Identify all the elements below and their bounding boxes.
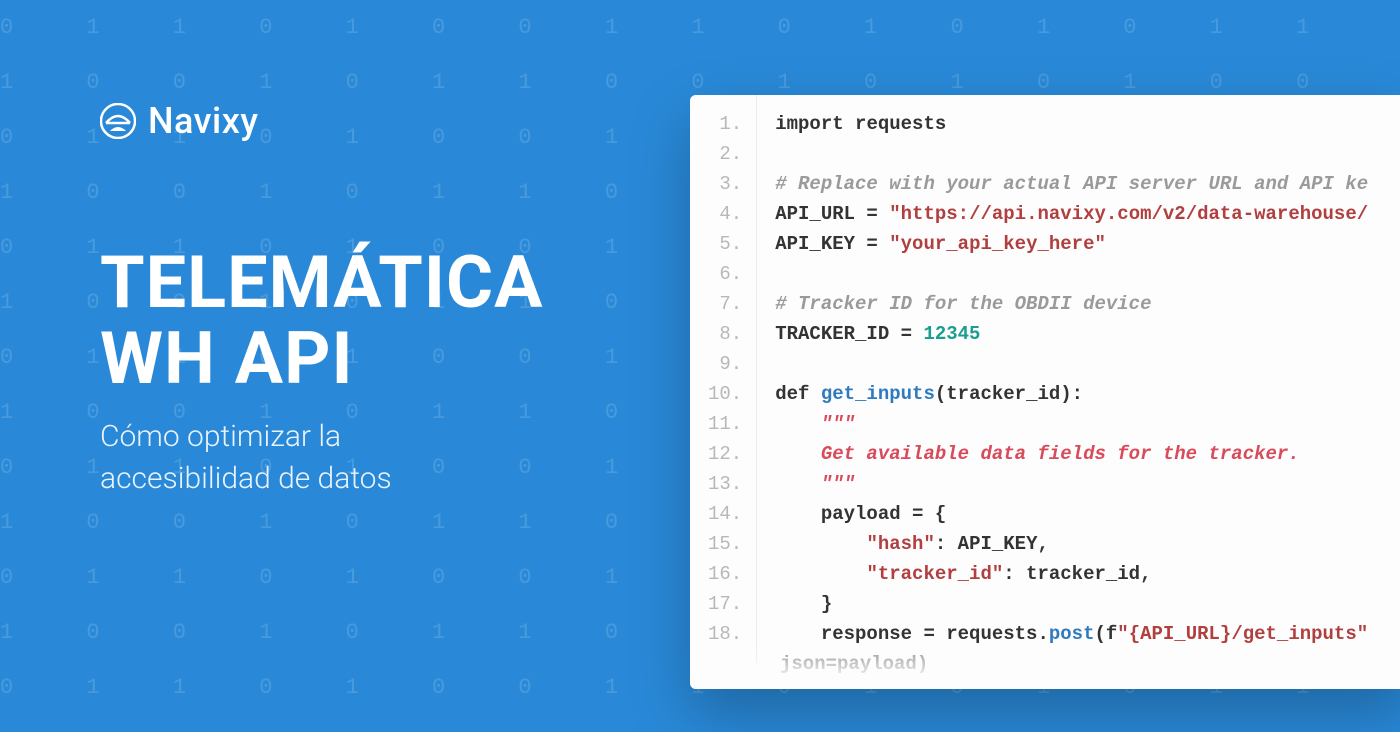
code-token: 12345 bbox=[923, 323, 980, 345]
code-token: } bbox=[775, 593, 832, 615]
code-line: TRACKER_ID = 12345 bbox=[775, 319, 1368, 349]
code-token: "hash" bbox=[866, 533, 934, 555]
headline-line1: TELEMÁTICA bbox=[100, 240, 543, 325]
code-token: """ bbox=[775, 413, 855, 435]
code-content: import requests # Replace with your actu… bbox=[757, 95, 1386, 663]
code-token: TRACKER_ID = bbox=[775, 323, 923, 345]
headline-line2: WH API bbox=[100, 316, 354, 401]
code-line: } bbox=[775, 589, 1368, 619]
brand-logo: Navixy bbox=[100, 100, 258, 142]
code-line: response = requests.post(f"{API_URL}/get… bbox=[775, 619, 1368, 649]
code-line: API_URL = "https://api.navixy.com/v2/dat… bbox=[775, 199, 1368, 229]
code-token: requests bbox=[855, 113, 946, 135]
code-token: API_URL = bbox=[775, 203, 889, 225]
code-line bbox=[775, 139, 1368, 169]
code-token: "tracker_id" bbox=[866, 563, 1003, 585]
code-token: API_KEY = bbox=[775, 233, 889, 255]
code-token: (f bbox=[1094, 623, 1117, 645]
code-token: get_inputs bbox=[821, 383, 935, 405]
code-token: payload = { bbox=[775, 503, 946, 525]
code-line: """ bbox=[775, 409, 1368, 439]
code-line: def get_inputs(tracker_id): bbox=[775, 379, 1368, 409]
code-token bbox=[775, 563, 866, 585]
headline-subtitle: Cómo optimizar la accesibilidad de datos bbox=[100, 416, 543, 500]
navixy-logo-icon bbox=[100, 103, 136, 139]
code-gutter: 1. 2. 3. 4. 5. 6. 7. 8. 9. 10. 11. 12. 1… bbox=[690, 95, 757, 663]
code-token: post bbox=[1049, 623, 1095, 645]
subtitle-line1: Cómo optimizar la bbox=[100, 419, 341, 454]
code-token: """ bbox=[775, 473, 855, 495]
code-line: "tracker_id": tracker_id, bbox=[775, 559, 1368, 589]
code-token: "{API_URL}/get_inputs" bbox=[1117, 623, 1368, 645]
code-token: def bbox=[775, 383, 821, 405]
code-line: """ bbox=[775, 469, 1368, 499]
code-line bbox=[775, 349, 1368, 379]
subtitle-line2: accesibilidad de datos bbox=[100, 461, 392, 496]
headline-title: TELEMÁTICA WH API bbox=[100, 245, 543, 396]
code-token: (tracker_id): bbox=[935, 383, 1083, 405]
brand-name: Navixy bbox=[148, 100, 258, 142]
code-token: import bbox=[775, 113, 855, 135]
code-editor-card: 1. 2. 3. 4. 5. 6. 7. 8. 9. 10. 11. 12. 1… bbox=[690, 95, 1400, 689]
code-token: # Tracker ID for the OBDII device bbox=[775, 293, 1151, 315]
code-line: payload = { bbox=[775, 499, 1368, 529]
code-token: "https://api.navixy.com/v2/data-warehous… bbox=[889, 203, 1368, 225]
code-token: Get available data fields for the tracke… bbox=[775, 443, 1300, 465]
headline-block: TELEMÁTICA WH API Cómo optimizar la acce… bbox=[100, 245, 543, 500]
code-token: response = requests. bbox=[775, 623, 1049, 645]
code-line: Get available data fields for the tracke… bbox=[775, 439, 1368, 469]
code-token: : API_KEY, bbox=[935, 533, 1049, 555]
code-line: API_KEY = "your_api_key_here" bbox=[775, 229, 1368, 259]
code-line: import requests bbox=[775, 109, 1368, 139]
code-token: : tracker_id, bbox=[1003, 563, 1151, 585]
code-token: "your_api_key_here" bbox=[889, 233, 1106, 255]
code-token: # Replace with your actual API server UR… bbox=[775, 173, 1368, 195]
code-line bbox=[775, 259, 1368, 289]
code-line: "hash": API_KEY, bbox=[775, 529, 1368, 559]
code-token bbox=[775, 533, 866, 555]
code-line: # Tracker ID for the OBDII device bbox=[775, 289, 1368, 319]
code-line: # Replace with your actual API server UR… bbox=[775, 169, 1368, 199]
code-body: 1. 2. 3. 4. 5. 6. 7. 8. 9. 10. 11. 12. 1… bbox=[690, 95, 1400, 663]
